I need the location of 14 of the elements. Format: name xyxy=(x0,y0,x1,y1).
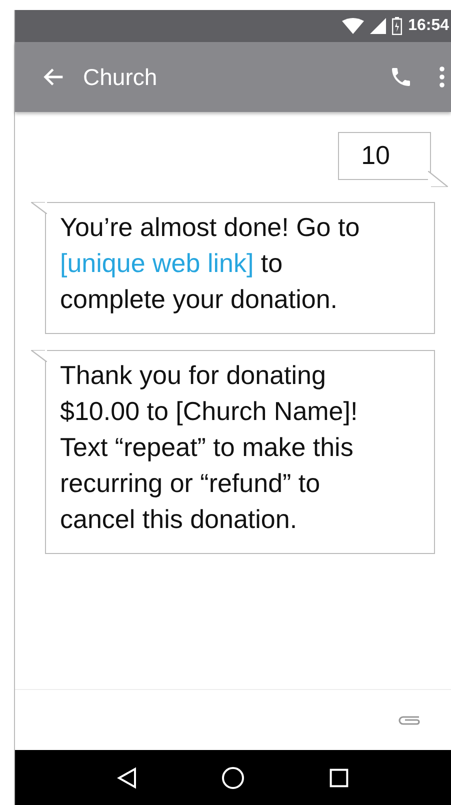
status-time: 16:54 xyxy=(408,17,450,35)
message-text: Thank you for donating $10.00 to [Church Name]! Text “repeat” to make this recurring or “refund” to cancel this donation. xyxy=(60,360,358,534)
battery-icon xyxy=(392,17,402,35)
back-nav-icon[interactable] xyxy=(117,766,137,788)
message-link[interactable]: [unique web link] xyxy=(60,248,254,278)
wifi-icon xyxy=(342,18,364,34)
phone-icon xyxy=(389,65,413,89)
signal-icon xyxy=(370,18,386,34)
message-text: 10 xyxy=(361,140,390,170)
home-nav-icon[interactable] xyxy=(221,766,245,790)
message-text: You’re almost done! Go to [unique web link] to complete your donation. xyxy=(60,212,360,314)
recents-nav-icon[interactable] xyxy=(329,768,349,788)
more-icon xyxy=(439,65,445,89)
conversation-title: Church xyxy=(83,64,158,90)
